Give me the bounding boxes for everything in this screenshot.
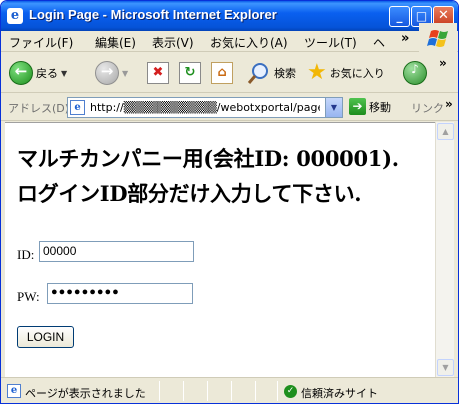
menu-tools[interactable]: ツール(T) [304,34,357,51]
menu-view[interactable]: 表示(V) [152,34,194,51]
links-label[interactable]: リンク [411,100,444,116]
forward-button[interactable]: → ▼ [95,59,128,87]
status-page-icon: e [7,384,21,398]
forward-dropdown-icon[interactable]: ▼ [122,69,128,78]
id-input[interactable]: 00000 [39,241,194,262]
go-arrow-icon: ➔ [349,98,366,115]
scroll-down-icon[interactable]: ▼ [437,359,454,376]
login-button[interactable]: LOGIN [17,326,74,348]
status-separator [277,381,278,401]
go-label: 移動 [369,100,391,114]
page-favicon-icon: e [70,100,85,115]
search-label: 検索 [274,67,296,80]
status-separator [183,381,184,401]
status-separator [207,381,208,401]
go-button[interactable]: ➔ 移動 [349,98,391,115]
address-url[interactable]: http://▒▒▒▒▒▒▒▒▒▒▒/webotxportal/pages/M [90,101,320,114]
media-button[interactable]: ♪ [403,59,427,87]
links-overflow-chevron-icon[interactable]: » [445,97,453,111]
stop-icon: ✖ [147,62,169,84]
favorites-button[interactable]: ★ お気に入り [307,59,385,87]
back-label: 戻る [36,67,58,80]
title-bar[interactable]: e Login Page - Microsoft Internet Explor… [1,1,458,31]
back-arrow-icon: ← [9,61,33,85]
minimize-button[interactable]: _ [389,6,410,27]
toolbar-overflow-chevron-icon[interactable]: » [439,56,447,70]
vertical-scrollbar[interactable]: ▲ ▼ [435,122,454,377]
id-label: ID: [17,247,35,262]
status-separator [231,381,232,401]
address-label: アドレス(D) [8,102,70,115]
back-dropdown-icon[interactable]: ▼ [61,69,67,78]
status-separator [255,381,256,401]
menu-file[interactable]: ファイル(F) [9,34,73,51]
home-button[interactable]: ⌂ [211,59,233,87]
forward-arrow-icon: → [95,61,119,85]
search-button[interactable]: 検索 [247,59,296,87]
back-button[interactable]: ← 戻る ▼ [9,59,67,87]
status-text: ページが表示されました [25,387,146,400]
standard-toolbar: ← 戻る ▼ → ▼ ✖ ↻ ⌂ 検索 ★ お気に入り ♪ » [1,53,458,93]
status-bar: e ページが表示されました ✓ 信頼済みサイト [1,377,458,403]
security-zone-text: 信頼済みサイト [301,387,378,400]
search-icon [247,63,268,84]
trusted-zone-check-icon: ✓ [284,385,297,398]
refresh-button[interactable]: ↻ [179,59,201,87]
favorites-star-icon: ★ [307,60,327,85]
favorites-label: お気に入り [329,67,385,80]
scroll-up-icon[interactable]: ▲ [437,123,454,140]
status-separator [159,381,160,401]
menu-favorites[interactable]: お気に入り(A) [210,34,288,51]
media-icon: ♪ [403,61,427,85]
menu-help[interactable]: ヘ [373,34,385,51]
stop-button[interactable]: ✖ [147,59,169,87]
address-dropdown-icon[interactable]: ▼ [325,98,342,117]
page-heading-line1: マルチカンパニー用(会社ID: 000001). [17,146,399,171]
address-bar: アドレス(D) e http://▒▒▒▒▒▒▒▒▒▒▒/webotxporta… [1,94,458,121]
refresh-icon: ↻ [179,62,201,84]
address-input[interactable]: e http://▒▒▒▒▒▒▒▒▒▒▒/webotxportal/pages/… [67,97,343,118]
ie-page-icon: e [7,8,23,24]
home-icon: ⌂ [211,62,233,84]
pw-label: PW: [17,289,40,304]
menu-overflow-chevron-icon[interactable]: » [401,31,409,46]
page-content: マルチカンパニー用(会社ID: 000001). ログインID部分だけ入力して下… [5,122,435,377]
window-title: Login Page - Microsoft Internet Explorer [29,7,277,22]
windows-logo-icon [419,23,457,53]
page-heading-line2: ログインID部分だけ入力して下さい. [17,181,362,206]
password-input[interactable]: ●●●●●●●●● [47,283,193,304]
browser-window: e Login Page - Microsoft Internet Explor… [0,0,459,404]
menu-edit[interactable]: 編集(E) [95,34,136,51]
menu-bar: ファイル(F) 編集(E) 表示(V) お気に入り(A) ツール(T) ヘ » [1,31,458,52]
